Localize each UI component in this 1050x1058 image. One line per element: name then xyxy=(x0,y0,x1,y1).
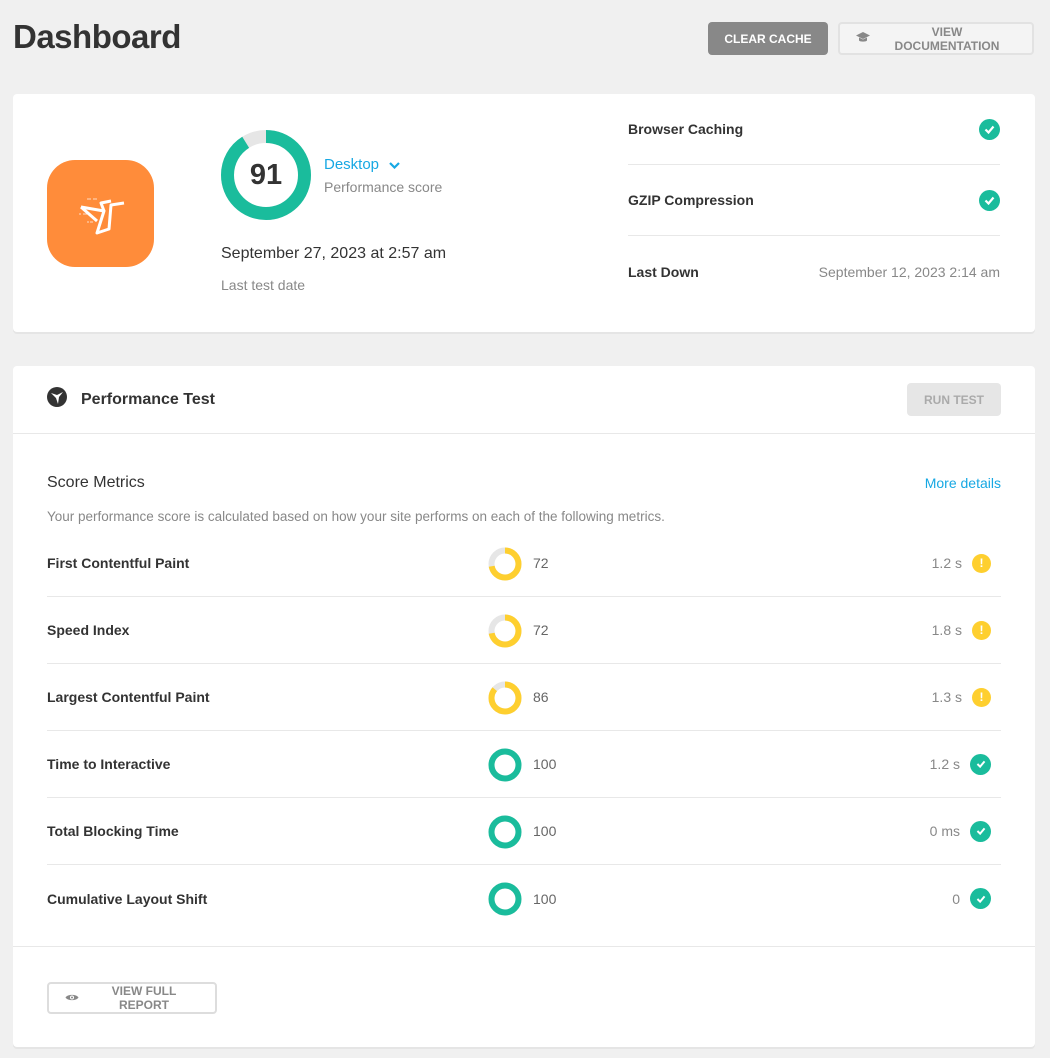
metric-score-ring xyxy=(488,882,522,916)
metric-row: Largest Contentful Paint 86 1.3 s! xyxy=(47,664,1001,731)
status-row-browser-caching: Browser Caching xyxy=(628,94,1000,165)
metric-value: 1.3 s xyxy=(931,689,962,705)
performance-test-header: Performance Test RUN TEST xyxy=(13,366,1035,434)
metric-value: 0 ms xyxy=(929,823,960,839)
metric-row: First Contentful Paint 72 1.2 s! xyxy=(47,530,1001,597)
clear-cache-button[interactable]: CLEAR CACHE xyxy=(708,22,828,55)
graduation-cap-icon xyxy=(856,31,870,46)
metric-name: Cumulative Layout Shift xyxy=(47,890,208,907)
metric-score: 72 xyxy=(533,555,549,571)
performance-test-card: Performance Test RUN TEST Score Metrics … xyxy=(13,366,1035,1047)
score-caption: Performance score xyxy=(324,179,443,195)
check-icon xyxy=(979,118,1000,140)
hummingbird-logo xyxy=(47,160,154,267)
device-label: Desktop xyxy=(324,156,380,173)
warning-icon: ! xyxy=(972,687,991,707)
status-row-gzip: GZIP Compression xyxy=(628,165,1000,236)
status-list: Browser Caching GZIP Compression Last Do… xyxy=(628,94,1000,307)
status-label: GZIP Compression xyxy=(628,192,754,208)
summary-card: 91 Desktop Performance score September 2… xyxy=(13,94,1035,332)
metric-score-ring xyxy=(488,681,522,715)
hummingbird-icon xyxy=(47,387,67,412)
chevron-down-icon xyxy=(389,156,400,173)
metric-value: 1.2 s xyxy=(929,756,960,772)
metric-name: First Contentful Paint xyxy=(47,555,190,571)
metric-row: Total Blocking Time 100 0 ms xyxy=(47,798,1001,865)
score-metrics-title: Score Metrics xyxy=(47,474,145,491)
metric-row: Speed Index 72 1.8 s! xyxy=(47,597,1001,664)
metric-score-ring xyxy=(488,547,522,581)
metric-row: Cumulative Layout Shift 100 0 xyxy=(47,865,1001,932)
check-icon xyxy=(970,820,991,842)
metric-score: 72 xyxy=(533,622,549,638)
metric-score: 100 xyxy=(533,890,557,907)
check-icon xyxy=(970,753,991,775)
check-icon xyxy=(970,888,991,909)
metric-score: 100 xyxy=(533,756,557,772)
warning-icon: ! xyxy=(972,553,991,573)
last-test-caption: Last test date xyxy=(221,277,306,293)
status-label: Browser Caching xyxy=(628,121,744,137)
page-title: Dashboard xyxy=(13,18,181,55)
metric-list: First Contentful Paint 72 1.2 s! Speed I… xyxy=(47,530,1001,932)
metric-row: Time to Interactive 100 1.2 s xyxy=(47,731,1001,798)
device-dropdown[interactable]: Desktop xyxy=(324,156,400,173)
status-row-last-down: Last Down September 12, 2023 2:14 am xyxy=(628,236,1000,307)
eye-icon xyxy=(65,991,79,1005)
metric-name: Time to Interactive xyxy=(47,756,171,772)
score-metrics: Score Metrics More details Your performa… xyxy=(13,474,1035,932)
metric-score-ring xyxy=(488,815,522,849)
metric-value: 1.2 s xyxy=(931,555,962,571)
metric-score-ring xyxy=(488,748,522,782)
metric-score: 86 xyxy=(533,689,549,705)
last-test-date: September 27, 2023 at 2:57 am xyxy=(221,245,447,262)
view-full-report-label: VIEW FULL REPORT xyxy=(111,984,177,1012)
metric-name: Largest Contentful Paint xyxy=(47,689,210,705)
warning-icon: ! xyxy=(972,620,991,640)
last-down-value: September 12, 2023 2:14 am xyxy=(818,263,1000,280)
header-actions: CLEAR CACHE VIEW DOCUMENTATION xyxy=(708,22,1034,55)
more-details-link[interactable]: More details xyxy=(925,475,1001,491)
score-metrics-description: Your performance score is calculated bas… xyxy=(47,509,665,524)
check-icon xyxy=(979,189,1000,211)
status-label: Last Down xyxy=(628,263,699,280)
view-documentation-label: VIEW DOCUMENTATION xyxy=(894,24,1000,53)
metric-score-ring xyxy=(488,614,522,648)
performance-footer: VIEW FULL REPORT xyxy=(13,946,1035,1047)
metric-value: 0 xyxy=(952,890,960,907)
view-full-report-button[interactable]: VIEW FULL REPORT xyxy=(47,982,217,1014)
metric-value: 1.8 s xyxy=(931,622,962,638)
performance-test-title: Performance Test xyxy=(81,390,215,408)
metric-name: Total Blocking Time xyxy=(47,823,179,839)
metric-score: 100 xyxy=(533,823,557,839)
run-test-button[interactable]: RUN TEST xyxy=(907,383,1001,416)
metric-name: Speed Index xyxy=(47,622,130,638)
performance-score: 91 xyxy=(249,158,283,191)
view-documentation-button[interactable]: VIEW DOCUMENTATION xyxy=(838,22,1034,55)
